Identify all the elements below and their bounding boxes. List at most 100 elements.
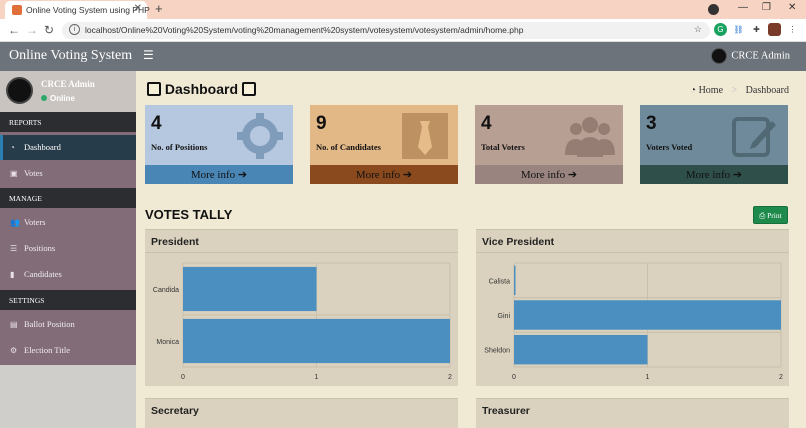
tick-label: 1 <box>315 374 319 381</box>
online-dot-icon <box>41 95 47 101</box>
forward-icon[interactable]: → <box>26 23 38 37</box>
category-label: Sheldon <box>484 348 510 355</box>
url-input[interactable]: i localhost/Online%20Voting%20System/vot… <box>62 22 710 39</box>
user-panel: CRCE Admin Online <box>0 71 136 112</box>
tie-icon <box>402 113 448 159</box>
panel-title: Secretary <box>151 405 199 417</box>
arrow-right-icon: ➔ <box>402 169 413 181</box>
sidebar-item-election-title[interactable]: ⚙ Election Title <box>0 338 136 363</box>
scroll-icon <box>147 82 161 96</box>
tab-title: Online Voting System using PHP <box>26 5 150 15</box>
sidebar-item-voters[interactable]: 👥 Voters <box>0 210 136 235</box>
extensions-puzzle-icon[interactable]: ✚ <box>750 23 763 36</box>
tick-label: 1 <box>646 374 650 381</box>
avatar <box>711 48 728 64</box>
sidebar-item-positions[interactable]: ☰ Positions <box>0 236 136 261</box>
panel-title: Treasurer <box>482 405 530 417</box>
back-icon[interactable]: ← <box>8 23 20 37</box>
breadcrumb-separator: > <box>731 85 738 96</box>
edit-icon <box>732 117 776 157</box>
new-tab-icon[interactable]: + <box>155 1 163 16</box>
tick-label: 0 <box>181 374 185 381</box>
sidebar-item-votes[interactable]: ▣ Votes <box>0 161 136 186</box>
brand-logo[interactable]: Online Voting System <box>0 42 136 71</box>
url-text: localhost/Online%20Voting%20System/votin… <box>85 25 524 35</box>
arrow-right-icon: ➔ <box>567 169 578 181</box>
bar <box>183 266 317 312</box>
browser-tab[interactable]: Online Voting System using PHP ✕ <box>5 1 150 19</box>
stat-label: Voters Voted <box>646 142 693 152</box>
bar <box>514 334 648 365</box>
site-info-icon[interactable]: i <box>69 24 80 35</box>
votes-tally-title: VOTES TALLY <box>145 207 233 222</box>
panel-title: Vice President <box>482 236 555 248</box>
stat-number: 4 <box>151 113 162 134</box>
tick-label: 2 <box>448 374 452 381</box>
president-panel: President 0 1 2 Candida Monica <box>145 229 458 386</box>
stat-box-voted: 3 Voters Voted More info ➔ <box>640 105 788 184</box>
bar <box>514 300 781 330</box>
vice-president-chart: 0 1 2 Calista Gini Sheldon <box>484 262 783 381</box>
arrow-right-icon: ➔ <box>732 169 743 181</box>
page-title: Dashboard <box>147 81 256 97</box>
vice-president-panel: Vice President 0 1 2 Calista Gini Sheldon <box>476 229 789 386</box>
print-icon: ⎙ <box>759 211 766 220</box>
menu-toggle-icon[interactable]: ☰ <box>143 48 154 62</box>
stat-number: 4 <box>481 113 492 134</box>
grammarly-extension-icon[interactable]: G <box>714 23 727 36</box>
close-window-icon[interactable]: ✕ <box>788 2 796 13</box>
user-menu[interactable]: CRCE Admin <box>711 48 790 64</box>
more-info-link[interactable]: More info ➔ <box>310 165 458 184</box>
sidebar-item-dashboard[interactable]: ◔ Dashboard <box>0 135 136 160</box>
app-header: Online Voting System ☰ CRCE Admin <box>0 42 806 71</box>
bookmark-star-icon[interactable]: ☆ <box>694 24 702 35</box>
maximize-icon[interactable]: ❐ <box>762 2 771 13</box>
address-bar: ← → ↻ i localhost/Online%20Voting%20Syst… <box>0 19 806 42</box>
status-badge: Online <box>41 94 75 103</box>
sidebar-item-candidates[interactable]: ▮ Candidates <box>0 262 136 287</box>
minimize-icon[interactable]: — <box>738 2 748 13</box>
close-tab-icon[interactable]: ✕ <box>134 3 142 14</box>
gear-icon <box>237 113 283 159</box>
sidebar-item-ballot-position[interactable]: ▤ Ballot Position <box>0 312 136 337</box>
print-button[interactable]: ⎙ Print <box>753 206 788 224</box>
category-label: Calista <box>489 278 511 285</box>
stat-number: 3 <box>646 113 657 134</box>
scroll-icon <box>241 82 256 96</box>
stat-box-positions: 4 No. of Positions More info ➔ <box>145 105 293 184</box>
stat-box-voters: 4 Total Voters More info ➔ <box>475 105 623 184</box>
user-name: CRCE Admin <box>731 50 790 62</box>
stat-label: No. of Candidates <box>316 142 381 152</box>
sidebar-header-settings: SETTINGS <box>0 290 136 310</box>
users-icon: 👥 <box>10 218 20 227</box>
tick-label: 0 <box>512 374 516 381</box>
browser-menu-icon[interactable]: ⋮ <box>786 23 799 36</box>
tasks-icon: ☰ <box>10 244 18 253</box>
browser-tab-bar: Online Voting System using PHP ✕ + — ❐ ✕ <box>0 0 806 19</box>
sidebar-footer-area <box>0 365 136 428</box>
reload-icon[interactable]: ↻ <box>44 23 54 37</box>
stat-label: Total Voters <box>481 142 525 152</box>
lock-icon: ▣ <box>10 169 18 178</box>
link-extension-icon[interactable]: ⛓ <box>732 23 745 36</box>
cog-icon: ⚙ <box>10 346 18 355</box>
breadcrumb-home[interactable]: Home <box>699 85 723 96</box>
users-icon <box>565 117 615 157</box>
black-tie-icon: ▮ <box>10 270 15 279</box>
arrow-right-icon: ➔ <box>237 169 248 181</box>
avatar <box>6 77 33 104</box>
secretary-panel: Secretary <box>145 398 458 428</box>
panel-title: President <box>151 236 199 248</box>
category-label: Candida <box>153 287 179 294</box>
profile-menu-icon[interactable] <box>708 4 719 15</box>
more-info-link[interactable]: More info ➔ <box>475 165 623 184</box>
sidebar-header-manage: MANAGE <box>0 188 136 208</box>
stat-number: 9 <box>316 113 327 134</box>
sidebar: CRCE Admin Online REPORTS ◔ Dashboard ▣ Vo… <box>0 71 136 428</box>
more-info-link[interactable]: More info ➔ <box>640 165 788 184</box>
sidebar-user-name: CRCE Admin <box>41 79 95 89</box>
dashboard-icon: ◔ <box>690 85 697 96</box>
more-info-link[interactable]: More info ➔ <box>145 165 293 184</box>
user-profile-icon[interactable] <box>768 23 781 36</box>
president-chart: 0 1 2 Candida Monica <box>153 262 452 381</box>
